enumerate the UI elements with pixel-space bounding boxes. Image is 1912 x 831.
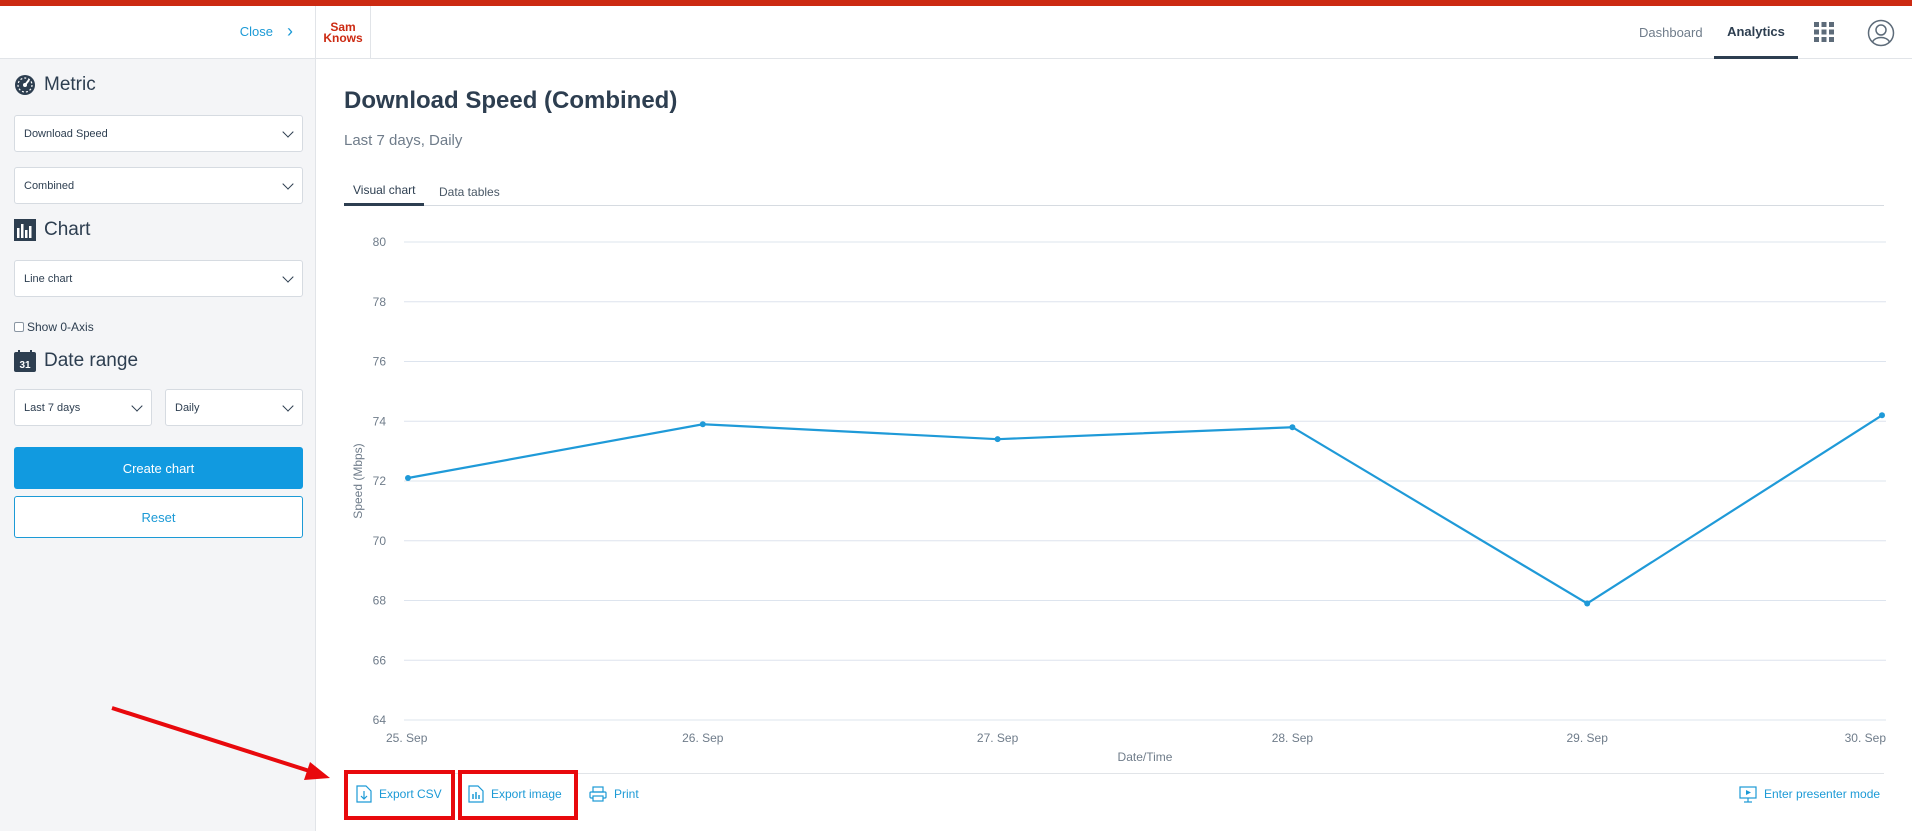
chart-type-select-value: Line chart (24, 272, 73, 285)
samknows-logo[interactable]: Sam Knows (316, 6, 371, 59)
print-label: Print (614, 787, 639, 801)
user-account-icon[interactable] (1867, 19, 1895, 47)
chart-tabs: Visual chart Data tables (344, 177, 1884, 206)
tab-data-tables[interactable]: Data tables (430, 177, 509, 206)
create-chart-button[interactable]: Create chart (14, 447, 303, 489)
x-tick-label: 28. Sep (1272, 731, 1314, 745)
y-tick-label: 66 (373, 653, 387, 667)
page-subtitle: Last 7 days, Daily (344, 132, 463, 149)
line-chart: 64 66 68 70 72 74 76 78 80 25. Sep 26. Sep 27. Sep 2… (351, 235, 1887, 764)
chart-type-select[interactable]: Line chart (14, 260, 303, 297)
metric-title: Metric (44, 74, 96, 95)
direction-select[interactable]: Combined (14, 167, 303, 204)
data-point (994, 436, 1001, 443)
close-sidebar-button[interactable]: Close › (240, 22, 293, 40)
apps-grid-icon[interactable] (1814, 22, 1834, 42)
y-tick-label: 78 (373, 295, 387, 309)
close-label: Close (239, 23, 273, 39)
chart-title: Chart (44, 219, 91, 240)
date-range-title: Date range (44, 350, 139, 371)
printer-icon (589, 786, 607, 802)
series-line (407, 414, 1883, 605)
y-tick-label: 74 (373, 414, 387, 428)
sidebar-header: Close › (0, 6, 315, 59)
x-tick-label: 30. Sep (1845, 731, 1887, 745)
date-range-section-title: 31 Date range (14, 350, 138, 372)
metric-section-title: Metric (14, 74, 96, 96)
metric-select-value: Download Speed (24, 127, 108, 140)
chevron-down-icon (282, 126, 294, 138)
chevron-down-icon (282, 178, 294, 190)
chevron-down-icon (282, 400, 294, 412)
chevron-down-icon (131, 400, 143, 412)
nav-analytics[interactable]: Analytics (1714, 6, 1798, 59)
x-tick-label: 27. Sep (977, 731, 1019, 745)
nav-dashboard[interactable]: Dashboard (1639, 6, 1703, 59)
show-axis-row: Show 0-Axis (14, 320, 94, 334)
chevron-right-icon: › (287, 21, 293, 41)
interval-select[interactable]: Daily (165, 389, 303, 426)
metric-select[interactable]: Download Speed (14, 115, 303, 152)
show-axis-checkbox[interactable] (14, 322, 24, 332)
y-tick-label: 76 (373, 355, 387, 369)
y-tick-label: 72 (373, 474, 387, 488)
date-range-select-value: Last 7 days (24, 401, 81, 414)
annotation-box-export-image (458, 770, 578, 820)
logo-line-2: Knows (323, 30, 363, 45)
data-point (699, 421, 706, 428)
presenter-icon (1739, 786, 1757, 803)
y-tick-label: 80 (373, 235, 387, 249)
interval-select-value: Daily (175, 401, 200, 414)
chevron-down-icon (282, 271, 294, 283)
presenter-label: Enter presenter mode (1764, 787, 1881, 801)
data-point (1584, 600, 1591, 607)
x-tick-label: 26. Sep (682, 731, 724, 745)
data-point (1289, 424, 1296, 431)
chart-section-title: Chart (14, 219, 90, 241)
direction-select-value: Combined (24, 179, 75, 192)
speedometer-icon (14, 74, 36, 96)
x-tick-label: 25. Sep (386, 731, 428, 745)
tab-visual-chart[interactable]: Visual chart (344, 177, 425, 206)
print-button[interactable]: Print (589, 782, 639, 806)
y-tick-label: 68 (373, 594, 387, 608)
data-point (1879, 412, 1885, 419)
x-axis-title: Date/Time (1118, 750, 1173, 764)
annotation-arrow (111, 706, 330, 780)
y-tick-label: 70 (373, 534, 387, 548)
top-header: Sam Knows Dashboard Analytics (316, 6, 1912, 59)
data-point (405, 475, 411, 482)
presenter-mode-button[interactable]: Enter presenter mode (1739, 782, 1880, 806)
page-title: Download Speed (Combined) (344, 87, 678, 114)
x-tick-label: 29. Sep (1567, 731, 1609, 745)
bar-chart-icon (14, 219, 36, 241)
y-axis-title: Speed (Mbps) (351, 443, 365, 518)
reset-button[interactable]: Reset (14, 496, 303, 538)
y-tick-label: 64 (373, 713, 387, 727)
date-range-select[interactable]: Last 7 days (14, 389, 152, 426)
show-axis-label: Show 0-Axis (27, 320, 94, 334)
calendar-icon: 31 (14, 350, 36, 372)
annotation-box-export-csv (344, 770, 455, 820)
calendar-day: 31 (19, 360, 31, 371)
